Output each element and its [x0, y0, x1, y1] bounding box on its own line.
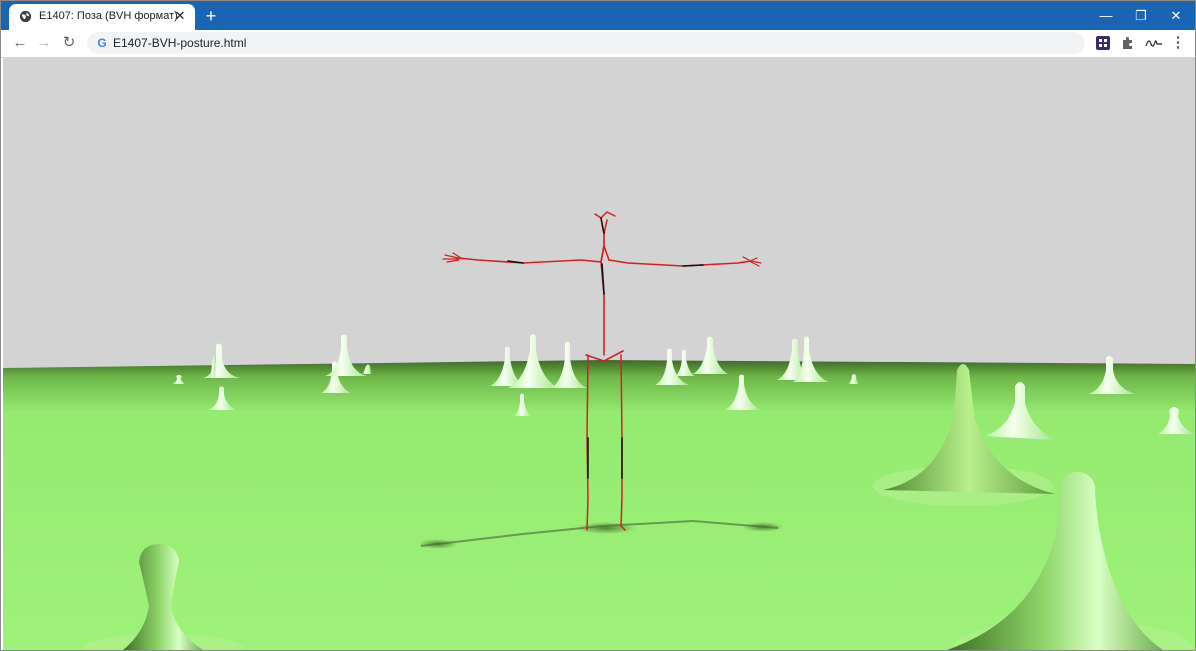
browser-menu-button[interactable]: ⋮	[1168, 33, 1188, 53]
google-icon: G	[97, 36, 107, 50]
minimize-button[interactable]: —	[1089, 1, 1123, 30]
browser-tab[interactable]: E1407: Поза (BVH формат) ✕	[9, 4, 195, 30]
close-window-button[interactable]: ✕	[1159, 1, 1193, 30]
new-tab-button[interactable]: +	[202, 7, 220, 25]
url-text[interactable]: E1407-BVH-posture.html	[113, 36, 246, 50]
browser-toolbar: ← → ↻ G E1407-BVH-posture.html ⋮	[1, 30, 1195, 58]
globe-icon	[19, 10, 32, 23]
back-button[interactable]: ←	[10, 33, 30, 53]
webgl-viewport[interactable]	[3, 58, 1195, 650]
forward-button[interactable]: →	[34, 33, 54, 53]
reload-button[interactable]: ↻	[59, 33, 79, 53]
tab-close-icon[interactable]: ✕	[173, 9, 187, 23]
grid-extension-icon[interactable]	[1095, 35, 1111, 51]
puzzle-extension-icon[interactable]	[1120, 35, 1136, 51]
address-bar[interactable]: G E1407-BVH-posture.html	[87, 32, 1085, 54]
tab-title: E1407: Поза (BVH формат)	[39, 10, 178, 22]
restore-button[interactable]: ❐	[1124, 1, 1158, 30]
browser-window: E1407: Поза (BVH формат) ✕ + — ❐ ✕ ← → ↻…	[0, 0, 1196, 651]
title-bar: E1407: Поза (BVH формат) ✕ + — ❐ ✕	[1, 1, 1195, 30]
scene-canvas[interactable]	[3, 58, 1195, 650]
signature-extension-icon[interactable]	[1144, 35, 1164, 51]
